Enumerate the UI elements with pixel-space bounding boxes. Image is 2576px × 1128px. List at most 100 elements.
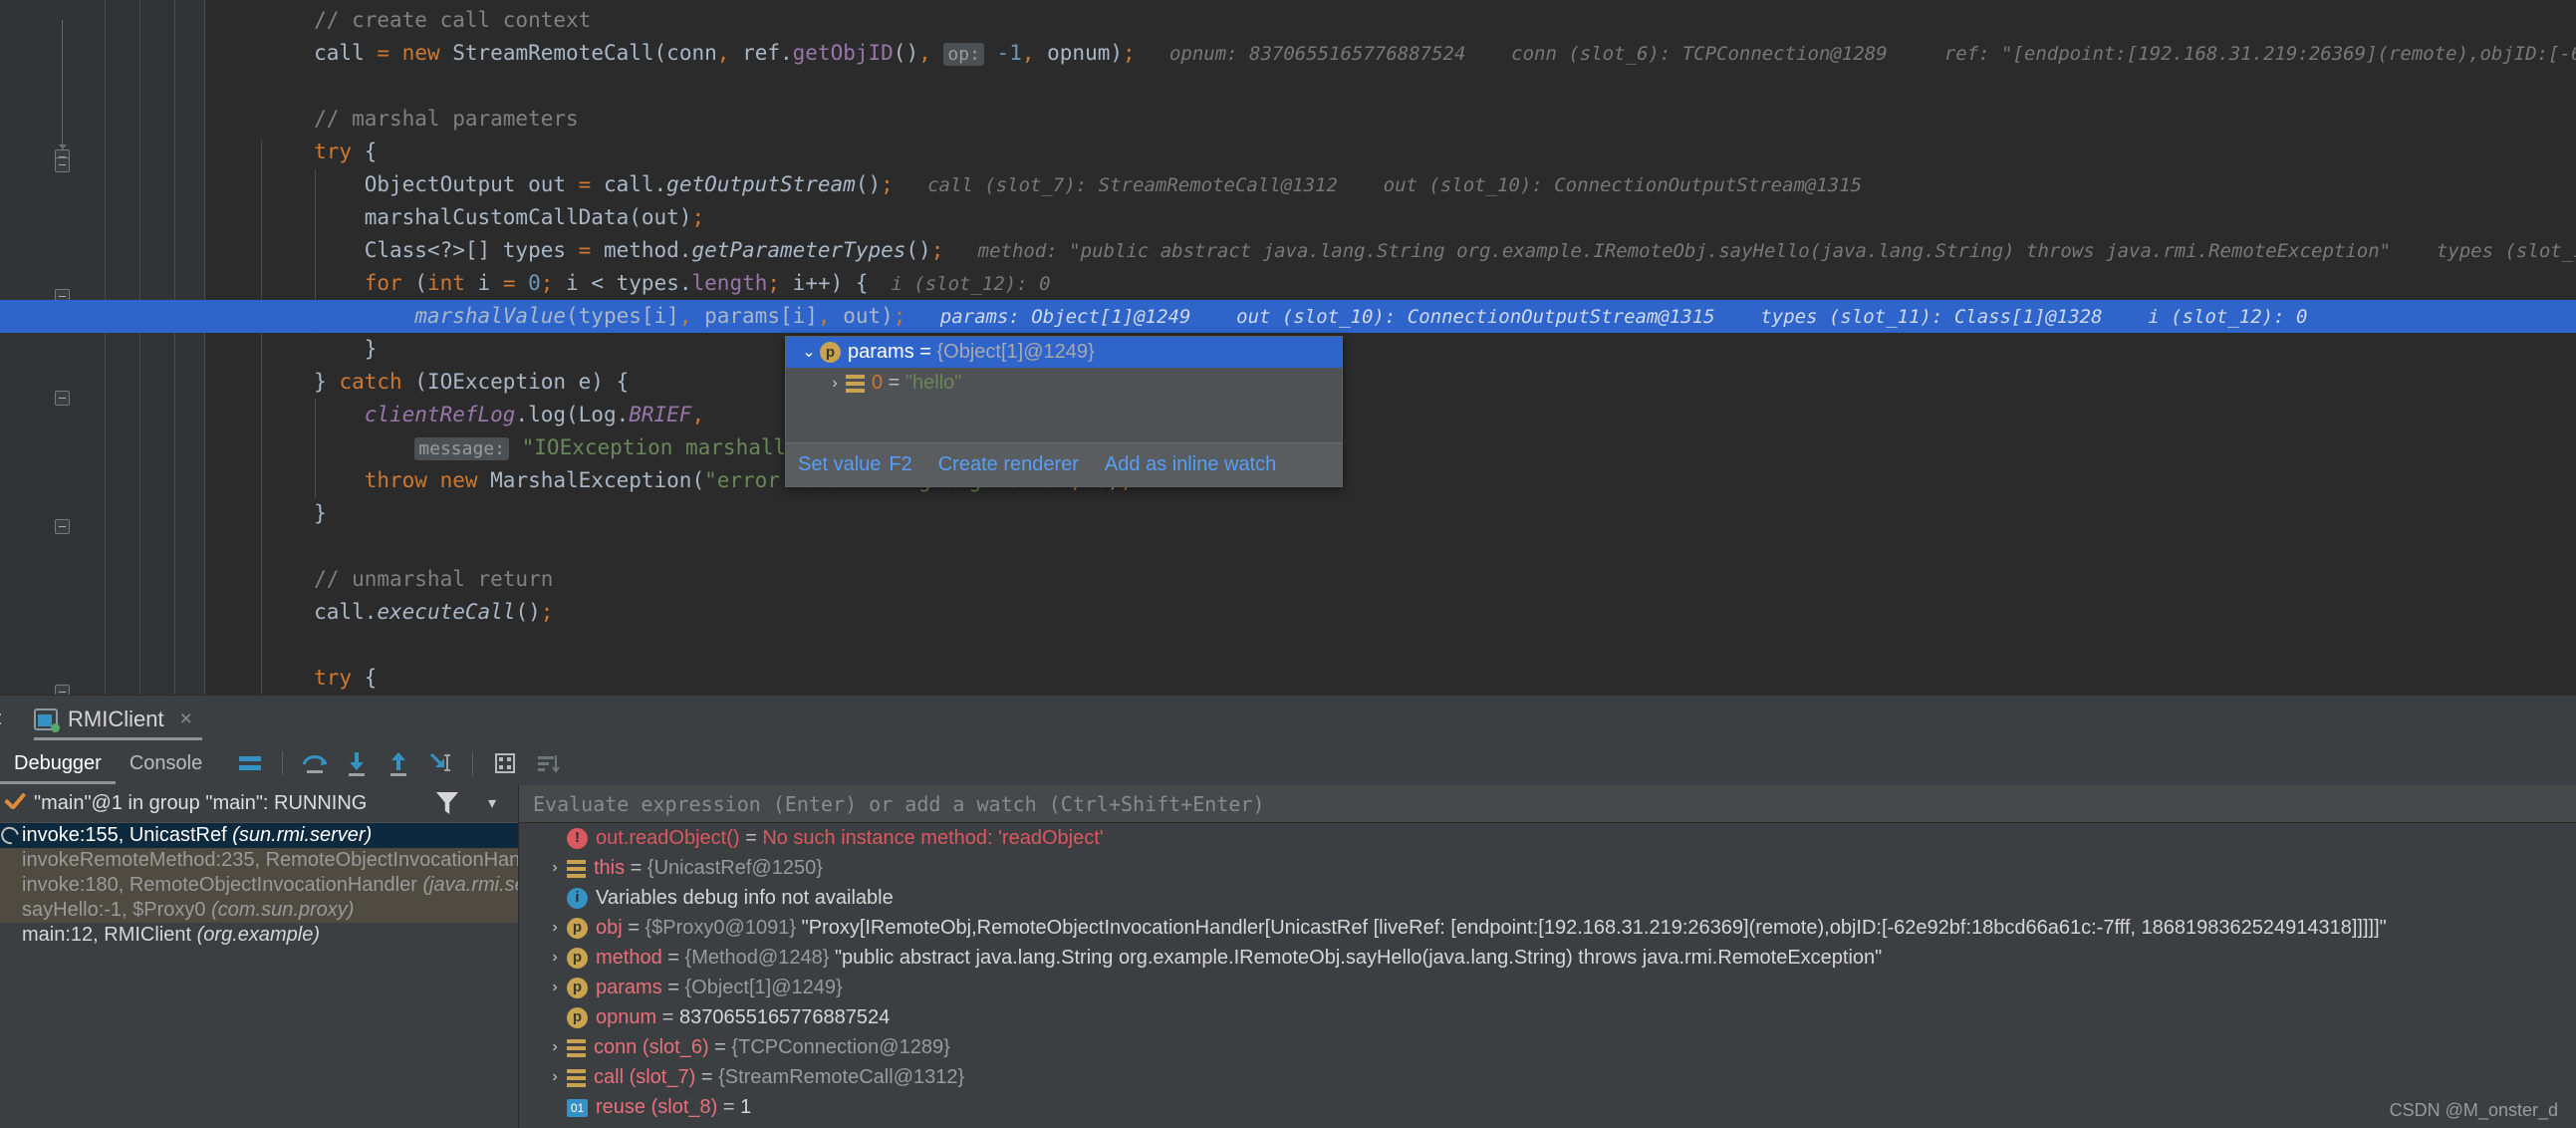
thread-label: "main"@1 in group "main": RUNNING: [34, 792, 368, 814]
popup-action-create-renderer[interactable]: Create renderer: [938, 453, 1079, 476]
variable-row[interactable]: › p obj = {$Proxy0@1091} "Proxy[IRemoteObj…: [519, 913, 2576, 943]
thread-selector[interactable]: "main"@1 in group "main": RUNNING ▾: [0, 785, 518, 823]
chevron-right-icon[interactable]: ›: [545, 1062, 565, 1092]
code-line[interactable]: ObjectOutput out = call.getOutputStream(…: [0, 168, 2576, 201]
step-into-icon[interactable]: [339, 745, 375, 781]
variable-value: No such instance method: 'readObject': [762, 827, 1104, 849]
code-line[interactable]: Class<?>[] types = method.getParameterTy…: [0, 234, 2576, 267]
popup-action-add-as-inline-watch[interactable]: Add as inline watch: [1105, 453, 1276, 476]
code-token: new: [401, 41, 453, 65]
variable-row[interactable]: i Variables debug info not available: [519, 883, 2576, 913]
code-line[interactable]: call = new StreamRemoteCall(conn, ref.ge…: [0, 37, 2576, 70]
frame-package-label: (org.example): [196, 924, 321, 946]
debug-tool-window[interactable]: g: RMIClient × Debugger Console: [0, 695, 2576, 1128]
chevron-right-icon[interactable]: ›: [545, 913, 565, 943]
popup-variable-row[interactable]: › 0 = "hello": [786, 368, 1342, 399]
code-token: }: [213, 337, 378, 361]
chevron-right-icon[interactable]: ›: [545, 973, 565, 1002]
chevron-right-icon[interactable]: ›: [545, 943, 565, 973]
info-icon: i: [567, 888, 588, 910]
code-line[interactable]: try {: [0, 136, 2576, 168]
action-label: Add as inline watch: [1104, 453, 1277, 475]
code-line[interactable]: [0, 70, 2576, 103]
code-line[interactable]: // unmarshal return: [0, 563, 2576, 596]
force-step-into-icon[interactable]: [422, 745, 458, 781]
tab-rmiclient[interactable]: RMIClient ×: [24, 699, 202, 740]
step-out-icon[interactable]: [381, 745, 416, 781]
stack-frame-item[interactable]: invoke:180, RemoteObjectInvocationHandle…: [0, 873, 518, 898]
frames-panel[interactable]: "main"@1 in group "main": RUNNING ▾ invo…: [0, 785, 519, 1128]
code-line[interactable]: try {: [0, 662, 2576, 695]
code-line[interactable]: [0, 530, 2576, 563]
code-line[interactable]: [0, 629, 2576, 662]
variable-value: 1: [740, 1096, 752, 1118]
variable-row[interactable]: 01 reuse (slot_8) = 1: [519, 1092, 2576, 1122]
step-over-icon[interactable]: [297, 745, 333, 781]
code-token: op:: [943, 43, 984, 66]
close-icon[interactable]: ×: [180, 707, 192, 731]
variable-value: "hello": [904, 372, 962, 395]
evaluate-expression-input[interactable]: Evaluate expression (Enter) or add a wat…: [519, 785, 2576, 823]
variable-row[interactable]: › call (slot_7) = {StreamRemoteCall@1312}: [519, 1062, 2576, 1092]
code-line[interactable]: // create call context: [0, 4, 2576, 37]
variable-equals: =: [913, 341, 937, 364]
code-line[interactable]: call.executeCall();: [0, 596, 2576, 629]
tab-console[interactable]: Console: [116, 742, 216, 784]
run-tab-row[interactable]: g: RMIClient ×: [0, 696, 2576, 742]
code-token: ,: [817, 304, 844, 328]
evaluate-expression-icon[interactable]: [487, 745, 523, 781]
debugger-subtab-bar[interactable]: Debugger Console: [0, 742, 2576, 784]
variable-value: Variables debug info not available: [596, 887, 894, 909]
variable-row[interactable]: › p params = {Object[1]@1249}: [519, 973, 2576, 1002]
stack-frame-item[interactable]: main:12, RMIClient (org.example): [0, 923, 518, 948]
sort-variables-icon[interactable]: [529, 745, 565, 781]
variable-value: {StreamRemoteCall@1312}: [718, 1066, 965, 1088]
code-line[interactable]: marshalCustomCallData(out);: [0, 201, 2576, 234]
variable-row[interactable]: › this = {UnicastRef@1250}: [519, 853, 2576, 883]
code-line-current[interactable]: marshalValue(types[i], params[i], out); …: [0, 300, 2576, 333]
frame-method-label: sayHello:-1, $Proxy0: [22, 899, 212, 921]
chevron-right-icon[interactable]: ›: [545, 1032, 565, 1062]
variable-value-popup[interactable]: ⌄ p params = {Object[1]@1249} › 0 = "hello" …: [785, 336, 1343, 487]
stack-frame-item[interactable]: invokeRemoteMethod:235, RemoteObjectInvo…: [0, 848, 518, 873]
array-icon: [846, 374, 865, 394]
code-token: ,: [691, 403, 705, 426]
chevron-down-icon[interactable]: ⌄: [798, 337, 820, 368]
code-token: ;: [767, 271, 793, 295]
code-token: message:: [414, 437, 509, 460]
variable-row[interactable]: p opnum = 8370655165776887524: [519, 1002, 2576, 1032]
variable-row[interactable]: › p method = {Method@1248} "public abstrac…: [519, 943, 2576, 973]
code-token: length: [691, 271, 768, 295]
chevron-down-icon[interactable]: ▾: [488, 793, 496, 813]
frame-method-label: invoke:155, UnicastRef: [22, 824, 233, 846]
code-token: (types[i]: [566, 304, 679, 328]
code-token: {: [364, 140, 378, 163]
variable-equals: =: [883, 372, 905, 395]
variable-row[interactable]: › conn (slot_6) = {TCPConnection@1289}: [519, 1032, 2576, 1062]
code-line[interactable]: // marshal parameters: [0, 103, 2576, 136]
chevron-right-icon[interactable]: ›: [824, 368, 846, 399]
filter-icon[interactable]: [436, 792, 458, 814]
tab-debugger[interactable]: Debugger: [0, 742, 116, 784]
stack-frames-list[interactable]: invoke:155, UnicastRef (sun.rmi.server) i…: [0, 823, 518, 948]
code-token: catch: [339, 370, 415, 394]
variables-panel[interactable]: Evaluate expression (Enter) or add a wat…: [519, 785, 2576, 1128]
variable-row[interactable]: ! out.readObject() = No such instance met…: [519, 823, 2576, 853]
variables-list[interactable]: ! out.readObject() = No such instance met…: [519, 823, 2576, 1122]
code-line[interactable]: }: [0, 497, 2576, 530]
popup-variable-tree[interactable]: ⌄ p params = {Object[1]@1249} › 0 = "hello": [786, 337, 1342, 442]
inline-debug-hint: method: "public abstract java.lang.Strin…: [943, 240, 2576, 262]
chevron-right-icon[interactable]: ›: [545, 853, 565, 883]
frame-package-label: (com.sun.proxy): [211, 899, 355, 921]
stack-frame-current[interactable]: invoke:155, UnicastRef (sun.rmi.server): [0, 823, 518, 848]
run-configuration-label: g:: [0, 707, 3, 730]
stack-frame-item[interactable]: sayHello:-1, $Proxy0 (com.sun.proxy): [0, 898, 518, 923]
layout-settings-icon[interactable]: [232, 745, 268, 781]
debugger-panels[interactable]: "main"@1 in group "main": RUNNING ▾ invo…: [0, 785, 2576, 1128]
popup-action-set-value[interactable]: Set value F2: [798, 453, 912, 476]
code-line[interactable]: for (int i = 0; i < types.length; i++) {…: [0, 267, 2576, 300]
popup-action-bar[interactable]: Set value F2 Create renderer Add as inline …: [786, 442, 1342, 486]
variable-name: conn (slot_6): [594, 1036, 709, 1058]
code-token: MarshalException(: [490, 468, 705, 492]
popup-variable-row[interactable]: ⌄ p params = {Object[1]@1249}: [786, 337, 1342, 368]
